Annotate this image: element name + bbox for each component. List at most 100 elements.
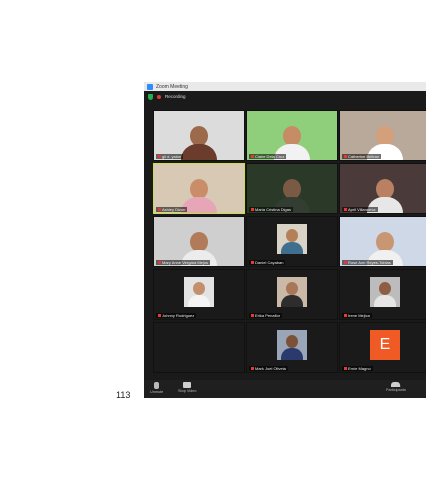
participant-name: Irene Mejica bbox=[342, 313, 372, 318]
mic-muted-icon bbox=[158, 261, 161, 264]
participant-tile[interactable]: Ashley Dizon bbox=[153, 163, 245, 214]
mic-muted-icon bbox=[158, 314, 161, 317]
participant-tile[interactable]: Maria Cristina Digas bbox=[246, 163, 338, 214]
participant-video bbox=[181, 126, 217, 160]
participant-tile[interactable]: Daniel Cayaban bbox=[246, 216, 338, 267]
participant-tile[interactable] bbox=[153, 322, 245, 373]
meeting-topbar: Recording bbox=[144, 91, 426, 102]
profile-picture bbox=[277, 329, 307, 360]
torso bbox=[281, 294, 303, 307]
participant-name: Rose Ann Reyes-Tobias bbox=[342, 260, 393, 265]
head bbox=[286, 228, 298, 242]
mic-muted-icon bbox=[344, 261, 347, 264]
participant-name: Daniel Cayaban bbox=[249, 260, 286, 265]
mic-muted-icon bbox=[344, 314, 347, 317]
mic-muted-icon bbox=[344, 208, 347, 211]
profile-picture bbox=[370, 276, 400, 307]
letter-avatar: E bbox=[370, 329, 400, 360]
participant-name: Mark Joel Oliveta bbox=[249, 366, 288, 371]
torso bbox=[281, 241, 303, 254]
torso bbox=[281, 347, 303, 360]
participant-tile[interactable]: Erika Penaflor bbox=[246, 269, 338, 320]
participants-count: 28 bbox=[396, 383, 401, 388]
participant-name: Johnny Rodriguez bbox=[156, 313, 197, 318]
head bbox=[379, 281, 391, 295]
mic-muted-icon bbox=[154, 382, 160, 389]
participant-tile[interactable]: Irene Mejica bbox=[339, 269, 426, 320]
torso bbox=[374, 294, 396, 307]
head bbox=[376, 232, 394, 252]
torso bbox=[181, 144, 217, 160]
zoom-meeting-window: Zoom Meeting Recording gil d. yalon Clair… bbox=[144, 82, 426, 398]
participant-name-text: Claire Dela Cruz bbox=[255, 154, 285, 159]
head bbox=[286, 281, 298, 295]
shield-icon[interactable] bbox=[148, 93, 153, 100]
torso bbox=[188, 294, 210, 307]
profile-picture bbox=[277, 223, 307, 254]
meeting-toolbar: Unmute Stop Video 28 Participants bbox=[144, 380, 426, 398]
participant-name: April Villanueva bbox=[342, 207, 378, 212]
head bbox=[193, 281, 205, 295]
participant-name-text: Maria Cristina Digas bbox=[255, 207, 292, 212]
mic-muted-icon bbox=[251, 367, 254, 370]
participants-button[interactable]: 28 Participants bbox=[386, 382, 406, 392]
participant-tile[interactable]: April Villanueva bbox=[339, 163, 426, 214]
zoom-app-icon bbox=[147, 83, 153, 90]
participant-tile[interactable]: gil d. yalon bbox=[153, 110, 245, 161]
mic-muted-icon bbox=[251, 314, 254, 317]
participant-tile[interactable]: Claire Dela Cruz bbox=[246, 110, 338, 161]
participant-name: gil d. yalon bbox=[156, 154, 184, 159]
video-camera-icon bbox=[183, 382, 192, 388]
mic-muted-icon bbox=[251, 208, 254, 211]
participant-name-text: gil d. yalon bbox=[162, 154, 182, 159]
page-number: 113 bbox=[116, 390, 131, 400]
participant-name-text: Irene Mejica bbox=[348, 313, 370, 318]
participant-name-text: April Villanueva bbox=[348, 207, 376, 212]
head bbox=[283, 179, 301, 199]
head bbox=[283, 126, 301, 146]
participant-name: Erika Penaflor bbox=[249, 313, 283, 318]
mic-muted-icon bbox=[344, 367, 347, 370]
mic-muted-icon bbox=[158, 208, 161, 211]
head bbox=[376, 179, 394, 199]
participant-name: Maria Cristina Digas bbox=[249, 207, 294, 212]
participant-name-text: Daniel Cayaban bbox=[255, 260, 284, 265]
participant-name-text: Catherine Beltran bbox=[348, 154, 380, 159]
participant-name-text: Erika Penaflor bbox=[255, 313, 281, 318]
mic-muted-icon bbox=[251, 155, 254, 158]
participant-name: Ernie Magno bbox=[342, 366, 373, 371]
participant-name: Mary Anne Vergara Mejos bbox=[156, 260, 211, 265]
participant-name-text: Johnny Rodriguez bbox=[162, 313, 195, 318]
mic-muted-icon bbox=[251, 261, 254, 264]
head bbox=[286, 334, 298, 348]
head bbox=[376, 126, 394, 146]
participant-name-text: Mark Joel Oliveta bbox=[255, 366, 286, 371]
stop-video-label: Stop Video bbox=[178, 389, 197, 393]
unmute-label: Unmute bbox=[150, 390, 164, 394]
participant-name-text: Ernie Magno bbox=[348, 366, 371, 371]
unmute-button[interactable]: Unmute bbox=[150, 382, 163, 394]
participant-tile[interactable]: E Ernie Magno bbox=[339, 322, 426, 373]
head bbox=[190, 126, 208, 146]
mic-muted-icon bbox=[158, 155, 161, 158]
participant-name: Claire Dela Cruz bbox=[249, 154, 287, 159]
recording-dot-icon bbox=[157, 94, 161, 99]
participants-label: Participants bbox=[386, 388, 406, 392]
window-title: Zoom Meeting bbox=[156, 83, 188, 90]
participant-name: Ashley Dizon bbox=[156, 207, 188, 212]
participant-name: Catherine Beltran bbox=[342, 154, 382, 159]
participant-name-text: Ashley Dizon bbox=[162, 207, 186, 212]
window-titlebar: Zoom Meeting bbox=[144, 82, 426, 91]
profile-picture bbox=[277, 276, 307, 307]
recording-label: Recording bbox=[165, 94, 186, 99]
mic-muted-icon bbox=[344, 155, 347, 158]
participant-tile[interactable]: Rose Ann Reyes-Tobias bbox=[339, 216, 426, 267]
participant-tile[interactable]: Mary Anne Vergara Mejos bbox=[153, 216, 245, 267]
participant-tile[interactable]: Mark Joel Oliveta bbox=[246, 322, 338, 373]
stop-video-button[interactable]: Stop Video bbox=[178, 382, 197, 393]
participant-name-text: Rose Ann Reyes-Tobias bbox=[348, 260, 391, 265]
participant-tile[interactable]: Johnny Rodriguez bbox=[153, 269, 245, 320]
head bbox=[190, 232, 208, 252]
participant-tile[interactable]: Catherine Beltran bbox=[339, 110, 426, 161]
head bbox=[190, 179, 208, 199]
